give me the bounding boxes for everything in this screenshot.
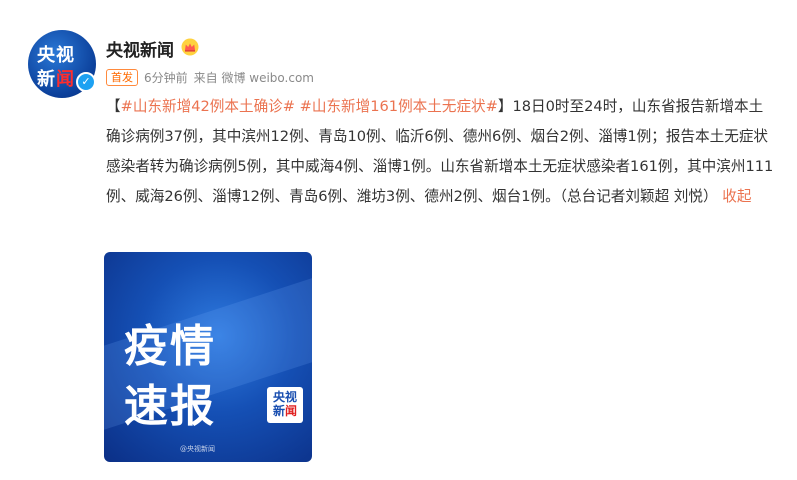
bracket-close: 】: [497, 98, 513, 115]
image-title-line1: 疫情: [124, 321, 216, 372]
post-meta: 首发 6分钟前 来自 微博 weibo.com: [106, 68, 320, 86]
post-text: 【#山东新增42例本土确诊# #山东新增161例本土无症状#】18日0时至24时…: [106, 92, 776, 212]
post-source: 来自 微博 weibo.com: [193, 70, 314, 85]
hashtag-link-confirmed[interactable]: #山东新增42例本土确诊#: [121, 98, 295, 115]
avatar-text-top: 央视: [37, 45, 75, 66]
first-release-badge: 首发: [106, 68, 138, 86]
post-image[interactable]: 疫情 速报 央视 新闻 @央视新闻: [104, 252, 312, 462]
weibo-post: 央视 新闻 ✓ 央视新闻 首发 6分钟前 来自 微博 weibo.com 【#山…: [0, 0, 797, 480]
avatar-text-bottom: 新闻: [37, 69, 75, 90]
hashtag-link-asymptomatic[interactable]: #山东新增161例本土无症状#: [300, 98, 498, 115]
crown-icon[interactable]: [181, 38, 199, 56]
verified-icon: ✓: [76, 72, 96, 92]
image-watermark: @央视新闻: [180, 445, 215, 453]
post-time[interactable]: 6分钟前: [144, 69, 188, 86]
bracket-open: 【: [106, 98, 121, 115]
account-name[interactable]: 央视新闻: [106, 36, 174, 61]
collapse-link[interactable]: 收起: [722, 188, 751, 205]
cctv-news-logo: 央视 新闻: [267, 387, 303, 423]
image-title-line2: 速报: [124, 381, 216, 432]
